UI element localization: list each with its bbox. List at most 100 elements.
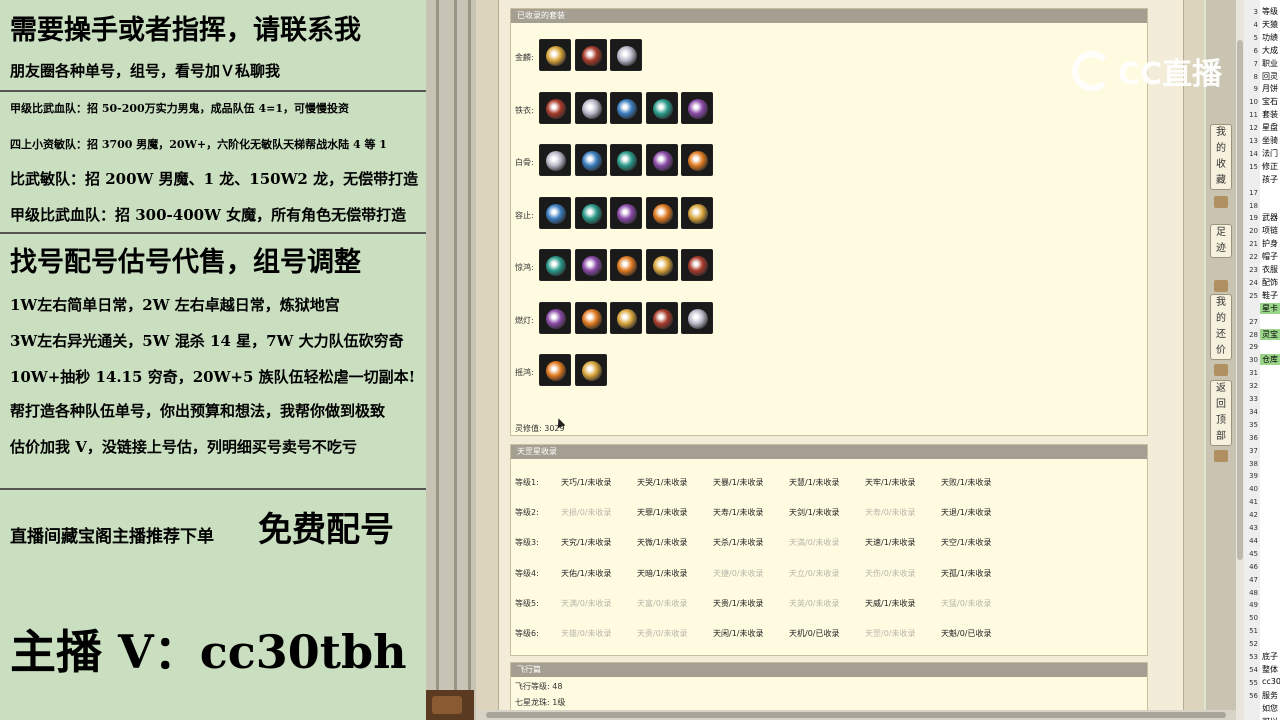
ring-icon[interactable]	[574, 39, 607, 71]
row-number: 8	[1253, 72, 1258, 81]
weapon-icon[interactable]	[574, 144, 607, 176]
weapon-icon[interactable]	[574, 196, 607, 229]
sheet-cell[interactable]: 衣服	[1262, 264, 1278, 275]
sheet-cell[interactable]: 整体	[1262, 664, 1278, 675]
sheet-cell[interactable]: 孩子	[1262, 174, 1278, 185]
level-label: 等级2:	[515, 508, 539, 518]
sheet-cell[interactable]: 星盘	[1262, 122, 1278, 133]
overlay-line-5: 比武敏队：招 200W 男魔、1 龙、150W2 龙，无偿带打造	[10, 170, 419, 188]
sheet-cell[interactable]: 项链	[1262, 225, 1278, 236]
whip-icon[interactable]	[645, 249, 678, 281]
sheet-cell[interactable]: 功绩	[1262, 32, 1278, 43]
robe-icon[interactable]	[574, 301, 607, 334]
row-number: 32	[1249, 382, 1258, 391]
sheet-cell[interactable]: 如您	[1262, 703, 1278, 714]
sheet-cell[interactable]: 回灵	[1262, 71, 1278, 82]
sheet-cell[interactable]: 等级	[1262, 6, 1278, 17]
amulet-icon[interactable]	[574, 354, 607, 386]
star-cell: 天英/0/未收录	[789, 598, 840, 608]
vertical-scrollbar[interactable]	[1236, 0, 1244, 720]
row-number: 10	[1249, 98, 1258, 107]
sheet-cell[interactable]: 大成	[1262, 45, 1278, 56]
ring-icon[interactable]	[681, 91, 713, 124]
armor-icon[interactable]	[539, 249, 571, 281]
amulet-icon[interactable]	[645, 91, 678, 124]
row-number: 13	[1249, 137, 1258, 145]
flame-icon[interactable]	[539, 301, 571, 334]
screen: 需要操手或者指挥，请联系我 朋友圈各种单号，组号，看号加Ｖ私聊我 甲级比武血队：招 …	[0, 0, 1280, 720]
row-number: 51	[1249, 627, 1258, 636]
sheet-cell[interactable]: cc30	[1262, 677, 1280, 686]
robe-icon[interactable]	[539, 354, 571, 386]
sheet-cell[interactable]: 服务	[1262, 690, 1278, 701]
bracelet-icon[interactable]	[539, 144, 571, 176]
shield-icon[interactable]	[645, 301, 678, 334]
suit-label: 铁衣:	[515, 105, 534, 115]
sheet-cell[interactable]: 鞋子	[1262, 290, 1278, 301]
tab-separator	[1214, 364, 1228, 376]
star-cell: 天贵/1/未收录	[713, 598, 764, 608]
row-number: 35	[1249, 420, 1258, 429]
ring-icon[interactable]	[645, 144, 678, 176]
row-number: 34	[1249, 407, 1258, 416]
level-label: 等级4:	[515, 568, 539, 578]
sheet-cell[interactable]: 底子	[1262, 651, 1278, 662]
sheet-cell[interactable]: 武器	[1262, 212, 1278, 223]
ring-icon[interactable]	[539, 39, 571, 71]
horizontal-scrollbar[interactable]	[476, 710, 1236, 720]
tab-char: 的	[1216, 313, 1226, 324]
helm-icon[interactable]	[645, 196, 678, 229]
tab-char: 部	[1216, 431, 1226, 442]
sheet-cell[interactable]: 坐骑	[1262, 135, 1278, 146]
mask-icon[interactable]	[681, 249, 713, 281]
row-number: 30	[1249, 356, 1258, 365]
ring-icon[interactable]	[574, 91, 607, 124]
belt-icon[interactable]	[610, 196, 642, 229]
overlay-line-13: 直播间藏宝阁主播推荐下单	[10, 527, 214, 547]
sheet-cell[interactable]: 星卡	[1260, 302, 1280, 314]
cc-logo-icon	[1072, 51, 1112, 91]
overlay-line-8: 1W左右简单日常，2W 左右卓越日常，炼狱地宫	[10, 296, 340, 314]
row-number: 54	[1249, 665, 1258, 674]
star-cell: 天败/1/未收录	[941, 478, 992, 487]
amulet-icon[interactable]	[610, 39, 642, 71]
tab-my-bargain[interactable]: 我的还价	[1210, 294, 1232, 360]
mask-icon[interactable]	[610, 144, 642, 176]
row-number: 6	[1253, 46, 1258, 55]
suit-label: 燃灯:	[515, 315, 534, 325]
tab-footprint[interactable]: 足迹	[1210, 224, 1232, 258]
row-number: 27	[1249, 317, 1258, 326]
sheet-cell[interactable]: 宝石	[1262, 96, 1278, 107]
sheet-cell[interactable]: 修正	[1262, 161, 1278, 172]
sheet-cell[interactable]: 仓库	[1260, 354, 1280, 366]
row-number: 56	[1249, 691, 1258, 700]
overlay-line-1: 需要操手或者指挥，请联系我	[10, 15, 361, 46]
helm-icon[interactable]	[574, 249, 607, 281]
boots-icon[interactable]	[681, 196, 713, 229]
star-cell: 天闲/1/未收录	[713, 629, 764, 638]
tab-back-to-top[interactable]: 返回顶部	[1210, 380, 1232, 446]
ring-icon[interactable]	[681, 144, 713, 176]
overlay-divider	[0, 232, 426, 234]
ring-icon[interactable]	[539, 91, 571, 124]
sheet-cell[interactable]: 天猿	[1262, 19, 1278, 30]
tab-char: 还	[1216, 329, 1226, 340]
sheet-cell[interactable]: 帽子	[1262, 251, 1278, 262]
armor-icon[interactable]	[539, 196, 571, 229]
sheet-cell[interactable]: 灵宝	[1260, 328, 1280, 340]
ring-icon[interactable]	[610, 91, 642, 124]
sheet-cell[interactable]: 护身	[1262, 238, 1278, 249]
sheet-cell[interactable]: 可以	[1262, 716, 1278, 720]
row-number: 25	[1249, 291, 1258, 300]
sheet-cell[interactable]: 法门	[1262, 148, 1278, 159]
gem-icon[interactable]	[681, 301, 713, 334]
star-cell: 天哭/1/未收录	[637, 478, 688, 487]
row-number: 47	[1249, 575, 1258, 584]
mask-icon[interactable]	[610, 301, 642, 334]
sheet-cell[interactable]: 套装	[1262, 109, 1278, 120]
sheet-cell[interactable]: 配饰	[1262, 277, 1278, 288]
bracelet-icon[interactable]	[610, 249, 642, 281]
sheet-cell[interactable]: 月饼	[1262, 83, 1278, 94]
sheet-cell[interactable]: 职业	[1262, 58, 1278, 69]
tab-my-collection[interactable]: 我的收藏	[1210, 124, 1232, 190]
